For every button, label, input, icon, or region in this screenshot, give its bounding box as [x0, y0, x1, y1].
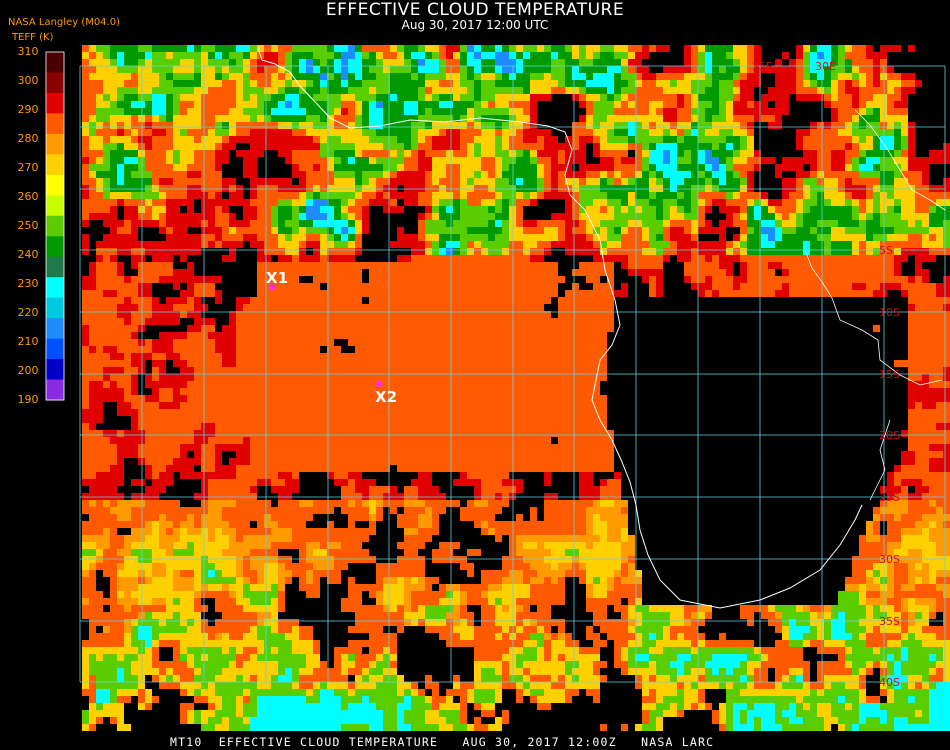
latitude-label: 10S: [879, 306, 900, 319]
colorbar-tick-label: 230: [17, 277, 39, 290]
colorbar-tick-label: 290: [17, 103, 39, 116]
map-canvas: 5S 10S 15S 20S 25S 30S 35S 40S 25E 30E X1 X2: [45, 45, 950, 731]
marker-label: X1: [266, 269, 288, 287]
colorbar-tick-label: 200: [17, 364, 39, 377]
colorbar-swatch: [46, 72, 64, 94]
latitude-label: 15S: [879, 368, 900, 381]
colorbar-swatch: [46, 113, 64, 135]
longitude-label: 25E: [752, 60, 773, 73]
colorbar-tick-label: 260: [17, 190, 39, 203]
latitude-label: 30S: [879, 553, 900, 566]
colorbar-tick-label: 300: [17, 74, 39, 87]
colorbar-swatch: [46, 154, 64, 176]
marker-label: X2: [375, 388, 397, 406]
colorbar-tick-label: 270: [17, 161, 39, 174]
colorbar-swatch: [46, 133, 64, 155]
footer-caption: MT10 EFFECTIVE CLOUD TEMPERATURE AUG 30,…: [170, 735, 715, 749]
colorbar-swatch: [46, 359, 64, 381]
colorbar: [45, 51, 65, 401]
colorbar-swatch: [46, 277, 64, 299]
colorbar-swatch: [46, 338, 64, 360]
colorbar-swatch: [46, 379, 64, 401]
colorbar-tick-label: 210: [17, 335, 39, 348]
latitude-label: 5S: [879, 244, 893, 257]
colorbar-swatch: [46, 318, 64, 340]
colorbar-tick-label: 250: [17, 219, 39, 232]
page-subtitle: Aug 30, 2017 12:00 UTC: [401, 18, 549, 32]
colorbar-swatch: [46, 174, 64, 196]
units-label: TEFF (K): [12, 32, 54, 43]
latitude-label: 20S: [879, 429, 900, 442]
latitude-label: 40S: [879, 676, 900, 689]
latitude-label: 25S: [879, 491, 900, 504]
page-title: EFFECTIVE CLOUD TEMPERATURE: [325, 0, 625, 20]
colorbar-swatch: [46, 215, 64, 237]
marker-dot: [375, 380, 383, 388]
colorbar-tick-label: 220: [17, 306, 39, 319]
longitude-label: 30E: [815, 60, 836, 73]
colorbar-swatch: [46, 195, 64, 217]
colorbar-swatch: [46, 92, 64, 115]
colorbar-tick-label: 190: [17, 393, 39, 406]
colorbar-tick-label: 240: [17, 248, 39, 261]
colorbar-swatch: [46, 256, 64, 278]
colorbar-tick-label: 310: [17, 45, 39, 58]
producer-label: NASA Langley (M04.0): [8, 17, 120, 28]
latitude-label: 35S: [879, 615, 900, 628]
cloud-temperature-field: [82, 45, 950, 731]
colorbar-swatch: [46, 236, 64, 258]
colorbar-swatch: [46, 52, 64, 74]
colorbar-swatch: [46, 297, 64, 319]
colorbar-tick-label: 280: [17, 132, 39, 145]
